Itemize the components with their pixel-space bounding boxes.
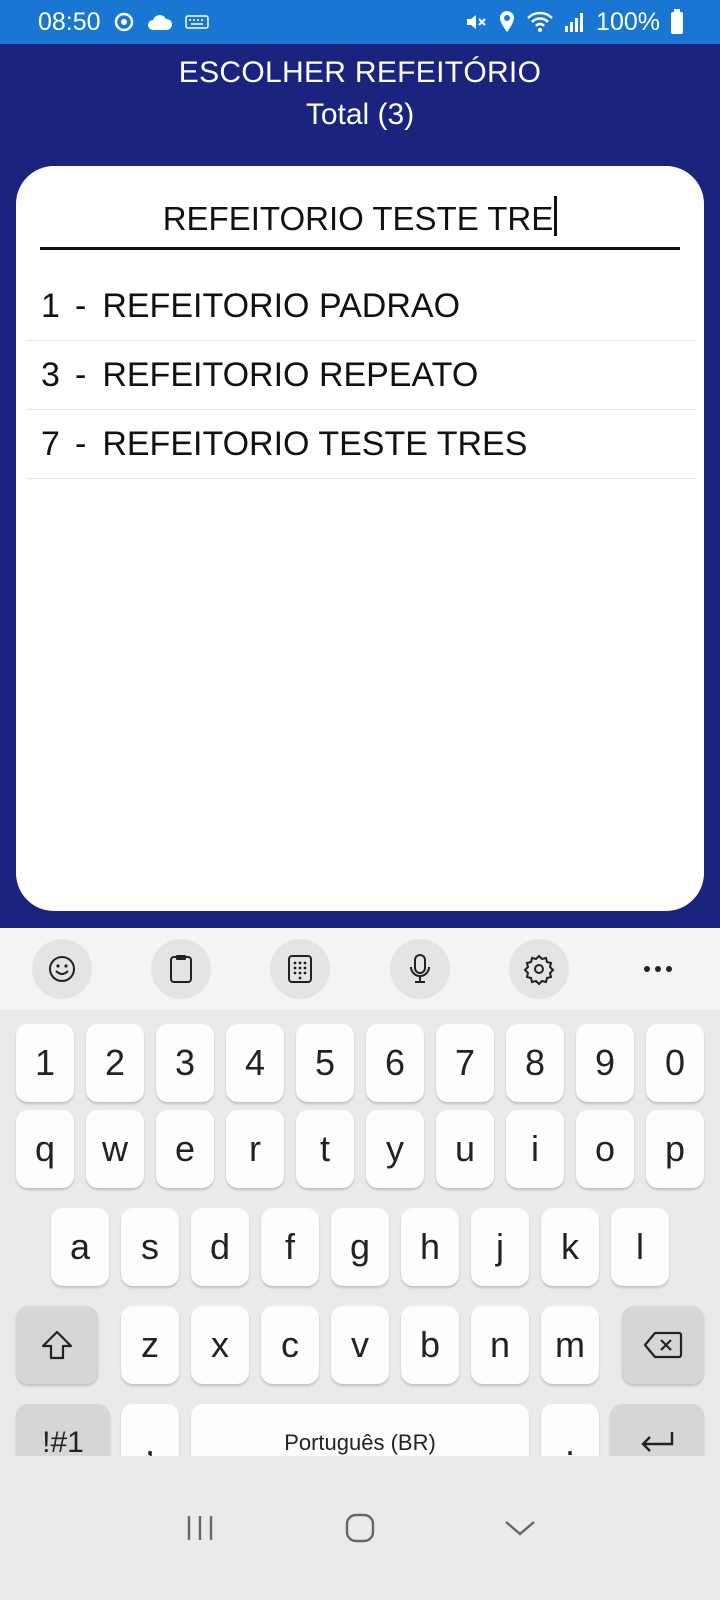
text-cursor	[554, 196, 558, 236]
key-4[interactable]: 4	[226, 1024, 284, 1102]
clipboard-icon[interactable]	[151, 939, 212, 999]
key-c[interactable]: c	[261, 1306, 319, 1384]
key-t[interactable]: t	[296, 1110, 354, 1188]
emoji-icon[interactable]	[32, 939, 92, 999]
mute-icon	[464, 10, 488, 34]
item-name: REFEITORIO REPEATO	[102, 355, 479, 394]
item-name: REFEITORIO TESTE TRES	[102, 424, 528, 463]
wifi-icon	[526, 10, 554, 34]
key-p[interactable]: p	[646, 1110, 704, 1188]
key-f[interactable]: f	[261, 1208, 319, 1286]
key-x[interactable]: x	[191, 1306, 249, 1384]
key-z[interactable]: z	[121, 1306, 179, 1384]
key-8[interactable]: 8	[506, 1024, 564, 1102]
more-icon[interactable]	[628, 939, 688, 999]
key-m[interactable]: m	[541, 1306, 599, 1384]
list-item[interactable]: 7 - REFEITORIO TESTE TRES	[26, 410, 696, 479]
item-number: 7	[41, 424, 60, 463]
key-n[interactable]: n	[471, 1306, 529, 1384]
key-u[interactable]: u	[436, 1110, 494, 1188]
key-i[interactable]: i	[506, 1110, 564, 1188]
qwerty-row: q w e r t y u i o p	[0, 1110, 720, 1188]
keypad-icon[interactable]	[270, 939, 331, 999]
list-item[interactable]: 1 - REFEITORIO PADRAO	[26, 272, 696, 341]
key-2[interactable]: 2	[86, 1024, 144, 1102]
key-5[interactable]: 5	[296, 1024, 354, 1102]
item-number: 3	[41, 355, 60, 394]
keyboard: 1 2 3 4 5 6 7 8 9 0 q w e r t y u i o p …	[0, 1010, 720, 1482]
key-3[interactable]: 3	[156, 1024, 214, 1102]
mic-icon[interactable]	[389, 939, 450, 999]
page-title: ESCOLHER REFEITÓRIO	[178, 56, 542, 89]
key-q[interactable]: q	[16, 1110, 74, 1188]
key-y[interactable]: y	[366, 1110, 424, 1188]
key-o[interactable]: o	[576, 1110, 634, 1188]
key-g[interactable]: g	[331, 1208, 389, 1286]
key-r[interactable]: r	[226, 1110, 284, 1188]
location-icon	[498, 10, 516, 34]
item-separator: -	[75, 424, 87, 463]
settings-icon[interactable]	[508, 939, 569, 999]
content-card: REFEITORIO TESTE TRE 1 - REFEITORIO PADR…	[16, 166, 704, 911]
status-bar: 08:50 100%	[0, 0, 720, 44]
key-w[interactable]: w	[86, 1110, 144, 1188]
search-input-value: REFEITORIO TESTE TRE	[162, 200, 554, 237]
key-k[interactable]: k	[541, 1208, 599, 1286]
sync-icon	[113, 11, 135, 33]
bottom-letter-row: z x c v b n m	[0, 1306, 720, 1384]
status-time: 08:50	[38, 7, 101, 36]
battery-icon	[670, 9, 684, 35]
key-h[interactable]: h	[401, 1208, 459, 1286]
key-v[interactable]: v	[331, 1306, 389, 1384]
keyboard-toolbar	[0, 928, 720, 1010]
keyboard-icon	[184, 14, 209, 30]
battery-percent: 100%	[596, 7, 660, 36]
key-9[interactable]: 9	[576, 1024, 634, 1102]
key-d[interactable]: d	[191, 1208, 249, 1286]
backspace-icon[interactable]	[622, 1306, 704, 1384]
item-separator: -	[75, 286, 87, 325]
refectory-list: 1 - REFEITORIO PADRAO 3 - REFEITORIO REP…	[26, 272, 696, 479]
key-l[interactable]: l	[611, 1208, 669, 1286]
signal-icon	[564, 11, 586, 33]
header: ESCOLHER REFEITÓRIO Total (3)	[0, 44, 720, 164]
home-icon[interactable]	[320, 1498, 400, 1558]
recents-icon[interactable]	[160, 1498, 240, 1558]
item-name: REFEITORIO PADRAO	[102, 286, 461, 325]
key-s[interactable]: s	[121, 1208, 179, 1286]
item-separator: -	[75, 355, 87, 394]
item-number: 1	[41, 286, 60, 325]
key-7[interactable]: 7	[436, 1024, 494, 1102]
key-6[interactable]: 6	[366, 1024, 424, 1102]
cloud-icon	[147, 13, 173, 31]
number-row: 1 2 3 4 5 6 7 8 9 0	[0, 1024, 720, 1102]
key-0[interactable]: 0	[646, 1024, 704, 1102]
home-row: a s d f g h j k l	[0, 1208, 720, 1286]
search-input[interactable]: REFEITORIO TESTE TRE	[40, 196, 680, 250]
key-e[interactable]: e	[156, 1110, 214, 1188]
key-j[interactable]: j	[471, 1208, 529, 1286]
list-item[interactable]: 3 - REFEITORIO REPEATO	[26, 341, 696, 410]
total-count: Total (3)	[305, 98, 415, 131]
navigation-bar	[0, 1456, 720, 1600]
shift-icon[interactable]	[16, 1306, 98, 1384]
key-a[interactable]: a	[51, 1208, 109, 1286]
key-b[interactable]: b	[401, 1306, 459, 1384]
back-icon[interactable]	[480, 1498, 560, 1558]
key-1[interactable]: 1	[16, 1024, 74, 1102]
